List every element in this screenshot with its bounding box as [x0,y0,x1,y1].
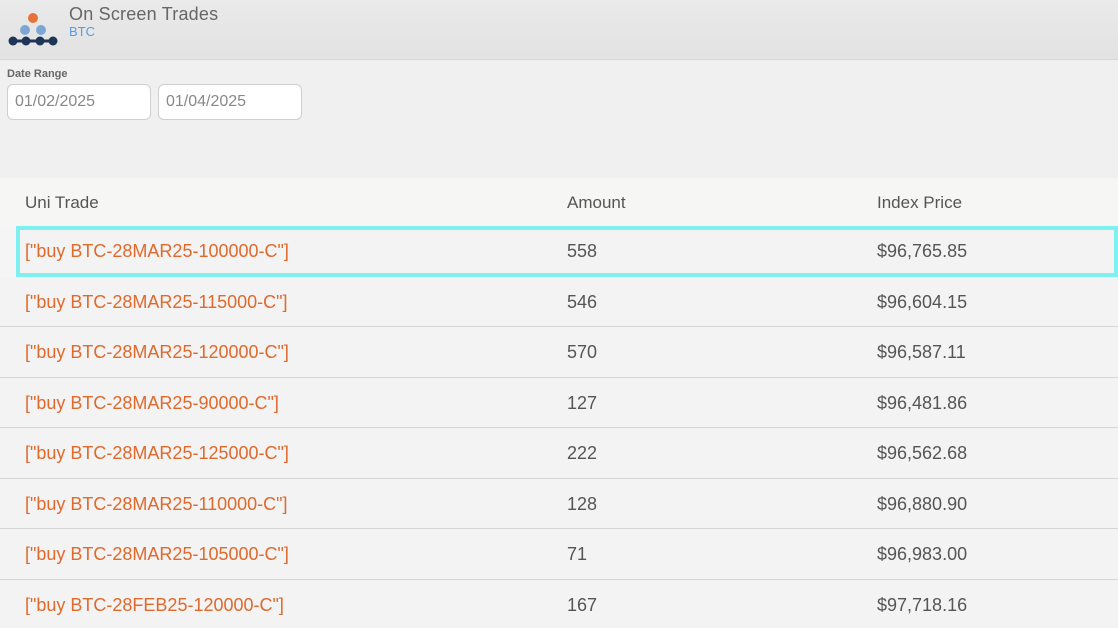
amount-cell: 128 [567,493,598,514]
trade-link[interactable]: ["buy BTC-28MAR25-90000-C"] [25,393,279,414]
table-header: Uni Trade Amount Index Price [0,178,1118,226]
index-price-cell: $96,587.11 [877,342,966,362]
trade-link[interactable]: ["buy BTC-28MAR25-110000-C"] [25,494,288,515]
column-header-uni-trade[interactable]: Uni Trade [25,193,99,213]
table-row[interactable]: ["buy BTC-28MAR25-100000-C"] 558 $96,765… [16,226,1118,277]
amount-cell: 71 [567,544,588,564]
index-price-cell: $96,481.86 [877,392,968,413]
trade-link[interactable]: ["buy BTC-28MAR25-105000-C"] [25,544,289,565]
page-subtitle: BTC [69,24,95,39]
amount-cell: 570 [567,342,598,362]
table-row[interactable]: ["buy BTC-28MAR25-125000-C"] 222 $96,562… [0,428,1118,479]
end-date-input[interactable] [158,84,302,120]
amount-cell: 167 [567,594,598,615]
index-price-cell: $96,604.15 [877,291,968,312]
index-price-cell: $96,765.85 [877,241,968,261]
table-row[interactable]: ["buy BTC-28MAR25-115000-C"] 546 $96,604… [0,276,1118,327]
table-row[interactable]: ["buy BTC-28MAR25-120000-C"] 570 $96,587… [0,327,1118,378]
column-header-amount[interactable]: Amount [567,193,626,213]
amount-cell: 558 [567,241,598,261]
amount-cell: 546 [567,291,598,312]
trade-link[interactable]: ["buy BTC-28MAR25-120000-C"] [25,342,289,363]
trade-link[interactable]: ["buy BTC-28FEB25-120000-C"] [25,595,284,616]
table-row[interactable]: ["buy BTC-28MAR25-105000-C"] 71 $96,983.… [0,529,1118,580]
table-row[interactable]: ["buy BTC-28FEB25-120000-C"] 167 $97,718… [0,579,1118,628]
date-range-label: Date Range [7,68,68,80]
trade-link[interactable]: ["buy BTC-28MAR25-125000-C"] [25,443,289,464]
column-header-index-price[interactable]: Index Price [877,193,962,213]
page-title: On Screen Trades [69,4,219,24]
app-header: On Screen Trades BTC [0,0,1118,60]
index-price-cell: $96,983.00 [877,544,968,564]
index-price-cell: $96,880.90 [877,493,968,514]
index-price-cell: $96,562.68 [877,443,968,463]
table-row[interactable]: ["buy BTC-28MAR25-90000-C"] 127 $96,481.… [0,377,1118,428]
amount-cell: 222 [567,443,598,463]
trades-table: Uni Trade Amount Index Price ["buy BTC-2… [0,178,1118,628]
app-logo-icon [8,13,58,46]
start-date-input[interactable] [7,84,151,120]
filter-panel: Date Range [0,60,1118,178]
trade-link[interactable]: ["buy BTC-28MAR25-115000-C"] [25,292,288,313]
index-price-cell: $97,718.16 [877,594,968,615]
table-row[interactable]: ["buy BTC-28MAR25-110000-C"] 128 $96,880… [0,478,1118,529]
amount-cell: 127 [567,392,598,413]
trade-link[interactable]: ["buy BTC-28MAR25-100000-C"] [25,241,289,262]
